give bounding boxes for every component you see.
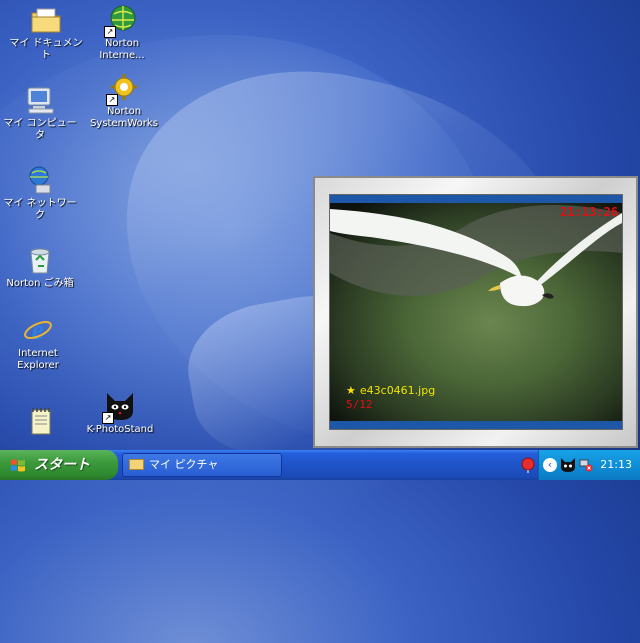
chevron-left-icon[interactable]: ‹ <box>543 458 557 472</box>
desktop-icon-my-documents[interactable]: マイ ドキュメント <box>8 4 84 62</box>
internet-explorer-icon: e <box>22 314 54 346</box>
notepad-icon <box>24 404 56 436</box>
taskbar-item-label: マイ ピクチャ <box>149 458 219 471</box>
balloon-icon[interactable] <box>520 457 536 473</box>
taskbar-item-my-pictures[interactable]: マイ ピクチャ <box>122 453 282 477</box>
start-button[interactable]: スタート <box>0 450 118 480</box>
svg-text:e: e <box>32 315 44 346</box>
shortcut-arrow-icon: ↗ <box>104 26 116 38</box>
network-status-icon[interactable] <box>579 458 593 472</box>
shortcut-arrow-icon: ↗ <box>106 94 118 106</box>
tray-clock: 21:13 <box>600 458 632 471</box>
network-icon <box>24 164 56 196</box>
desktop-icon-norton-internet[interactable]: ↗ Norton Interne... <box>84 4 160 62</box>
system-tray: ‹ 21:13 <box>538 450 640 480</box>
windows-logo-icon <box>11 459 25 472</box>
viewer-filename-text: e43c0461.jpg <box>359 384 436 397</box>
photo-image[interactable]: 21:13:26 ★ e43c0461.jpg 5/12 <box>330 203 622 421</box>
desktop-icon-notepad[interactable] <box>2 404 78 438</box>
desktop-icon-internet-explorer[interactable]: e Internet Explorer <box>0 314 76 372</box>
folder-icon <box>129 459 144 470</box>
viewer-filename: ★ e43c0461.jpg <box>346 384 435 397</box>
desktop-icon-norton-systemworks[interactable]: ↗ Norton SystemWorks <box>86 72 162 130</box>
desktop-icon-k-photostand[interactable]: ↗ K-PhotoStand <box>82 390 158 436</box>
black-cat-icon: ↗ <box>102 390 136 424</box>
start-label: スタート <box>34 457 90 473</box>
shortcut-arrow-icon: ↗ <box>102 412 114 424</box>
desktop-icon-my-network[interactable]: マイ ネットワーク <box>2 164 78 222</box>
star-icon: ★ <box>346 384 356 397</box>
photo-viewer-screen: 21:13:26 ★ e43c0461.jpg 5/12 <box>329 194 623 430</box>
black-cat-icon[interactable] <box>560 457 576 473</box>
viewer-clock: 21:13:26 <box>560 205 618 219</box>
photo-viewer-window[interactable]: 21:13:26 ★ e43c0461.jpg 5/12 <box>313 176 638 448</box>
computer-icon <box>24 84 56 116</box>
taskbar: スタート マイ ピクチャ ‹ 21:13 <box>0 450 640 480</box>
viewer-counter: 5/12 <box>346 398 373 411</box>
desktop-icon-norton-recycle[interactable]: Norton ごみ箱 <box>2 244 78 290</box>
recycle-bin-icon <box>24 244 56 276</box>
gear-icon: ↗ <box>106 72 140 106</box>
viewer-top-bar <box>330 195 622 203</box>
folder-documents-icon <box>30 4 62 36</box>
viewer-bottom-bar <box>330 421 622 429</box>
desktop-icon-my-computer[interactable]: マイ コンピュータ <box>2 84 78 142</box>
globe-icon: ↗ <box>104 4 138 38</box>
